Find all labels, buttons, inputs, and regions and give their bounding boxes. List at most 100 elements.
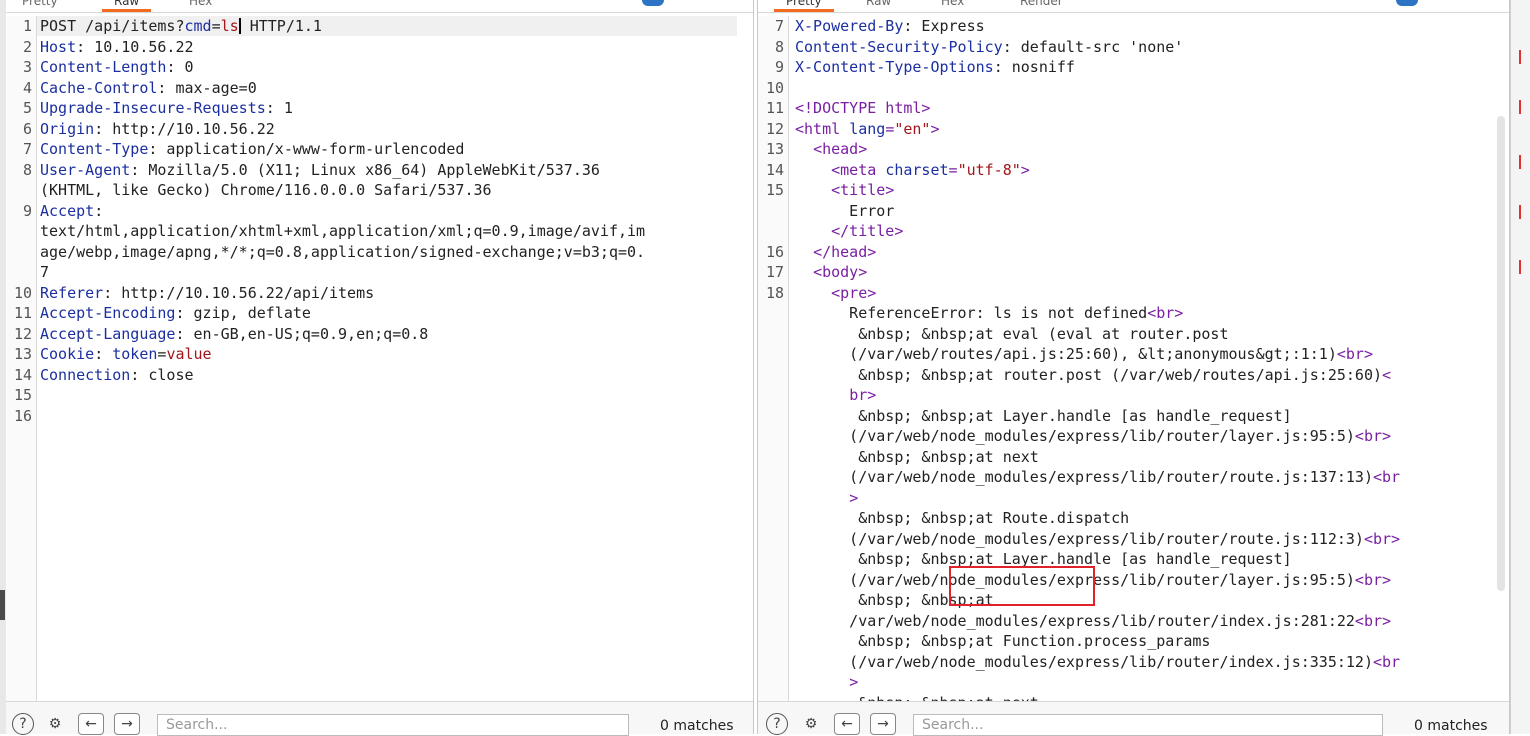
code-line: br> [795, 385, 876, 406]
code-token: Content-Type [40, 140, 149, 158]
line-number: 6 [22, 119, 32, 138]
line-number: 7 [22, 140, 32, 158]
tab-hex[interactable]: Hex [941, 0, 964, 8]
code-line: Cookie: token=value [40, 344, 212, 365]
tab-raw[interactable]: Raw [101, 0, 152, 12]
arrow-left-icon[interactable]: ← [834, 713, 860, 735]
code-line: Upgrade-Insecure-Requests: 1 [40, 98, 293, 119]
code-token: Host [40, 37, 77, 56]
line-number: 10 [13, 283, 32, 302]
rail-marker [1519, 155, 1527, 169]
code-token: > [1020, 160, 1030, 179]
tab-pretty[interactable]: Pretty [22, 0, 58, 8]
code-line: (KHTML, like Gecko) Chrome/116.0.0.0 Saf… [40, 180, 492, 201]
line-number: 15 [765, 181, 784, 199]
code-token: : Mozilla/5.0 (X11; Linux x86_64) AppleW… [130, 160, 600, 179]
tab-hex[interactable]: Hex [189, 0, 212, 8]
code-line: 7 [40, 262, 49, 283]
line-number: 8 [774, 37, 784, 56]
line-number: 2 [22, 37, 32, 56]
code-token: X-Content-Type-Options [795, 58, 994, 76]
search-input[interactable]: Search... [913, 714, 1383, 736]
code-line: <html lang="en"> [795, 119, 940, 140]
code-token: : [94, 345, 113, 363]
code-line: POST /api/items?cmd=ls HTTP/1.1 [40, 16, 322, 37]
request-panel: Pretty Raw Hex 1 POST /api/items?cmd=ls H… [6, 0, 754, 736]
code-token: (/var/web/node_modules/express/lib/route… [795, 652, 1373, 671]
code-token: (KHTML, like Gecko) Chrome/116.0.0.0 Saf… [40, 181, 492, 199]
code-token: charset [885, 160, 949, 179]
help-icon[interactable]: ? [766, 713, 788, 735]
line-number: 9 [22, 201, 32, 220]
code-line: &nbsp; &nbsp;at next [795, 447, 1039, 468]
line-number: 13 [13, 345, 32, 363]
line-number: 8 [22, 160, 32, 179]
gear-icon[interactable]: ⚙ [44, 713, 66, 735]
arrow-left-icon[interactable]: ← [78, 713, 104, 735]
line-number: 11 [13, 304, 32, 322]
code-token: Cache-Control [40, 78, 158, 97]
code-token: Accept [40, 201, 95, 220]
request-search-bar: ? ⚙ ← → Search... 0 matches [6, 701, 753, 736]
code-token: value [166, 345, 212, 363]
code-token: Accept-Encoding [40, 304, 176, 322]
tab-raw[interactable]: Raw [866, 0, 891, 8]
vertical-scrollbar[interactable] [1497, 116, 1505, 591]
code-token: token [112, 345, 158, 363]
gear-icon[interactable]: ⚙ [800, 713, 822, 735]
arrow-right-icon[interactable]: → [870, 713, 896, 735]
right-side-rail [1510, 0, 1530, 734]
code-token: Cookie [40, 345, 95, 363]
highlight-annotation-box [949, 566, 1095, 606]
request-editor[interactable]: 1 POST /api/items?cmd=ls HTTP/1.1 2 Host: 1… [6, 16, 753, 702]
code-token: (/var/web/node_modules/express/lib/route… [795, 468, 1373, 486]
code-line: &nbsp; &nbsp;at Layer.handle [as handle_… [795, 406, 1292, 427]
code-token: : max-age=0 [157, 78, 257, 97]
tab-pretty[interactable]: Pretty [774, 0, 834, 12]
tab-render[interactable]: Render [1020, 0, 1063, 8]
code-token: X-Powered-By [795, 17, 904, 35]
code-line: </head> [795, 242, 876, 263]
arrow-right-icon[interactable]: → [114, 713, 140, 735]
line-number: 15 [13, 386, 32, 404]
code-token: &nbsp; &nbsp;at Route.dispatch [795, 509, 1130, 527]
code-line: <body> [795, 262, 867, 283]
help-icon[interactable]: ? [12, 713, 34, 735]
match-count: 0 matches [1414, 718, 1488, 734]
code-token: cmd [184, 17, 212, 35]
code-line: > [795, 672, 858, 693]
code-token: : gzip, deflate [175, 304, 311, 322]
code-line: &nbsp; &nbsp;at Function.process_params [795, 631, 1210, 652]
code-token: Accept-Language [40, 324, 176, 343]
panel-menu-icon[interactable] [642, 0, 664, 6]
code-token: : 1 [265, 99, 293, 117]
search-input[interactable]: Search... [157, 714, 629, 736]
code-line: <!DOCTYPE html> [795, 98, 930, 119]
code-token: </head> [813, 242, 877, 261]
code-token: : en-GB,en-US;q=0.9,en;q=0.8 [175, 324, 429, 343]
code-line: (/var/web/routes/api.js:25:60), &lt;anon… [795, 344, 1373, 365]
code-token: Error [795, 201, 895, 220]
code-line: &nbsp; &nbsp;at eval (eval at router.pos… [795, 324, 1228, 345]
code-line: text/html,application/xhtml+xml,applicat… [40, 221, 645, 242]
code-line: age/webp,image/apng,*/*;q=0.8,applicatio… [40, 242, 645, 263]
code-token: 7 [40, 263, 50, 281]
code-line: Connection: close [40, 365, 194, 386]
code-line: Error [795, 201, 894, 222]
code-token: <body> [813, 263, 868, 281]
code-token: age/webp,image/apng,*/*;q=0.8,applicatio… [40, 242, 646, 261]
panel-menu-icon[interactable] [1396, 0, 1418, 6]
code-token: Origin [40, 119, 95, 138]
code-token: (/var/web/routes/api.js:25:60), &lt;anon… [795, 345, 1337, 363]
code-token: <title> [831, 181, 895, 199]
line-number: 1 [22, 17, 32, 35]
code-token: <br> [1354, 611, 1392, 630]
line-number: 13 [765, 140, 784, 158]
response-editor[interactable]: 7 X-Powered-By: Express 8 Content-Security-… [758, 16, 1509, 702]
code-token: <br [1372, 652, 1401, 671]
code-line: /var/web/node_modules/express/lib/router… [795, 611, 1391, 632]
